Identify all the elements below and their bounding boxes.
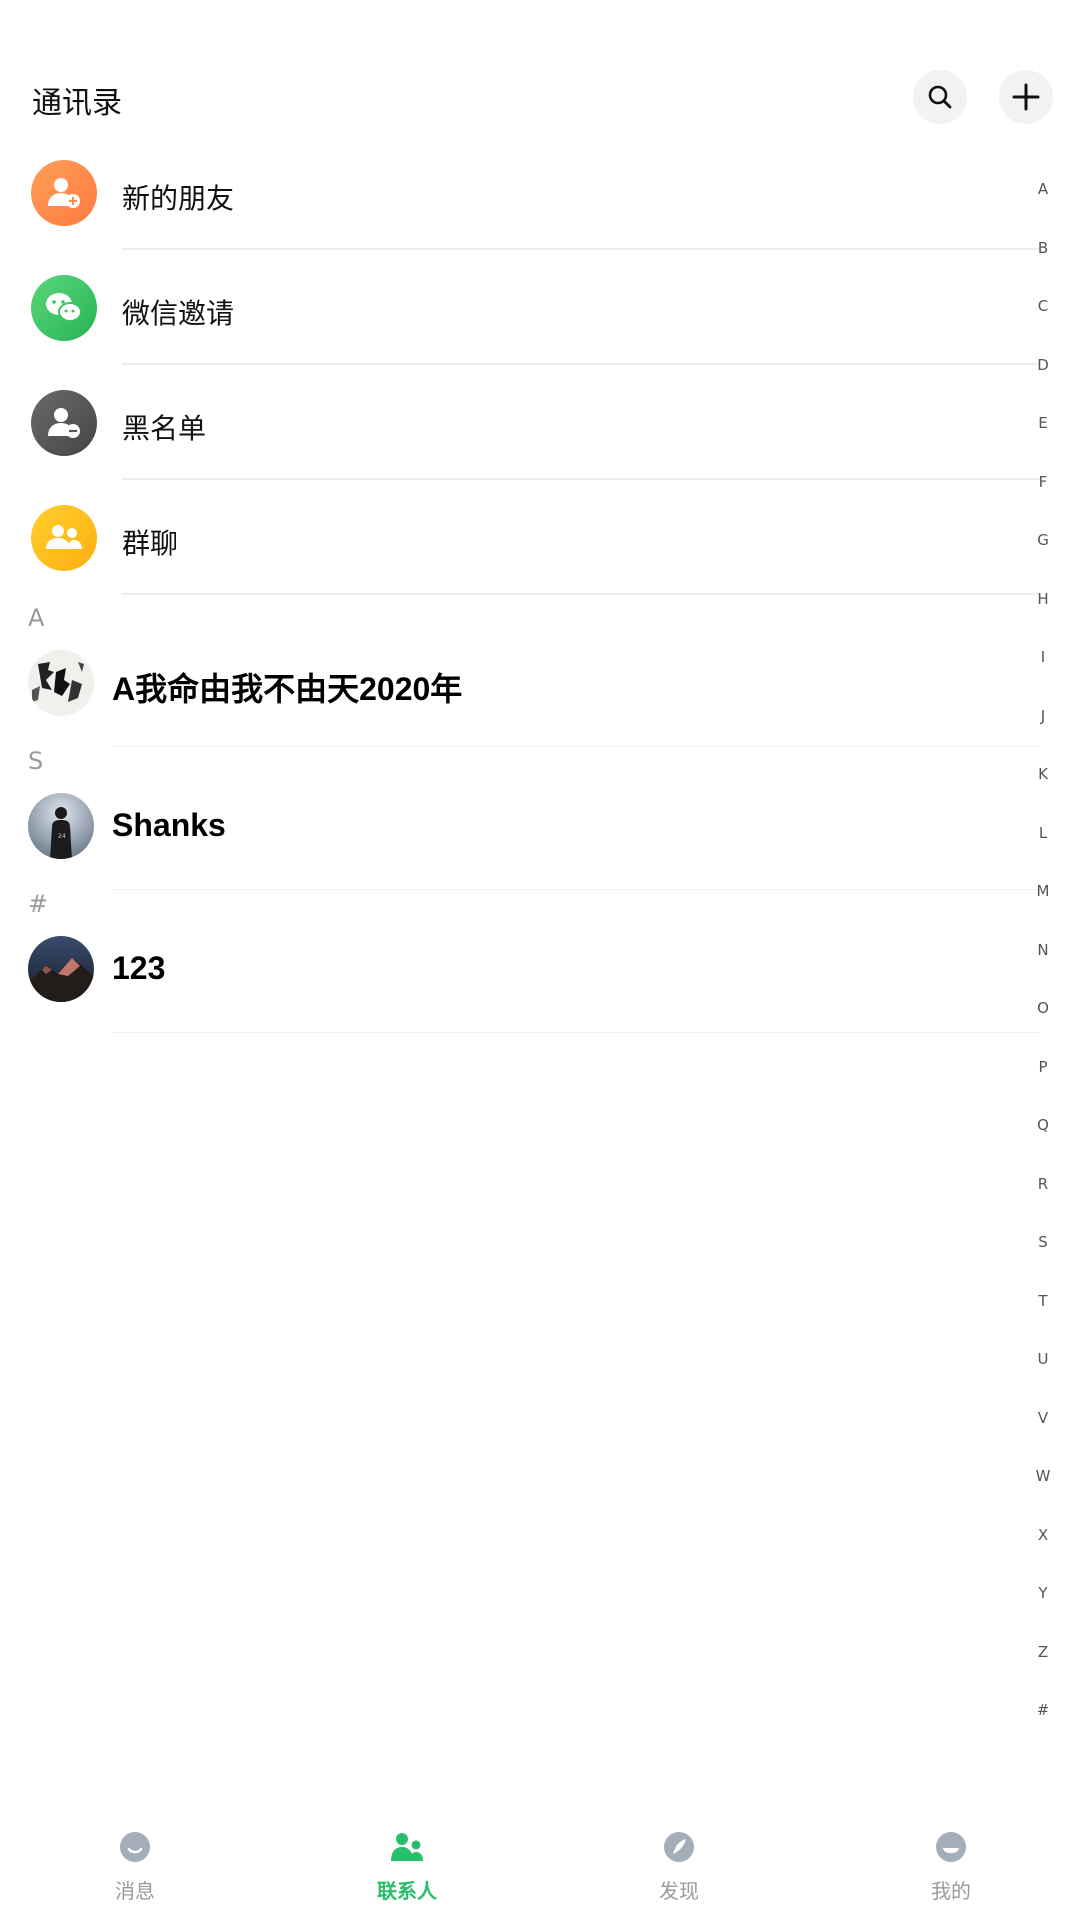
- avatar: 24: [28, 793, 94, 859]
- block-user-icon: [31, 390, 97, 456]
- plus-icon: [1012, 83, 1040, 111]
- index-letter[interactable]: H: [1028, 590, 1058, 608]
- index-letter[interactable]: B: [1028, 239, 1058, 257]
- tab-profile-label: 我的: [931, 1879, 971, 1903]
- blacklist-label: 黑名单: [122, 412, 207, 445]
- divider: [112, 889, 1040, 890]
- group-chat-row[interactable]: 群聊: [0, 505, 1040, 619]
- message-icon: [120, 1832, 150, 1862]
- index-letter[interactable]: X: [1028, 1526, 1058, 1544]
- avatar: [28, 650, 94, 716]
- index-letter[interactable]: W: [1028, 1467, 1058, 1485]
- section-header-a: A: [28, 604, 45, 632]
- bottom-tab-bar: 消息 联系人 发现 我的: [0, 1805, 1080, 1920]
- avatar: [28, 936, 94, 1002]
- tab-discover-label: 发现: [659, 1879, 699, 1903]
- divider: [122, 478, 1040, 480]
- index-letter[interactable]: T: [1028, 1292, 1058, 1310]
- page-title: 通讯录: [32, 86, 122, 121]
- index-letter[interactable]: E: [1028, 414, 1058, 432]
- index-letter[interactable]: Q: [1028, 1116, 1058, 1134]
- tab-messages[interactable]: 消息: [75, 1805, 195, 1920]
- group-icon: [31, 505, 97, 571]
- index-letter[interactable]: L: [1028, 824, 1058, 842]
- group-chat-label: 群聊: [122, 527, 179, 560]
- divider: [122, 593, 1040, 595]
- divider: [122, 363, 1040, 365]
- index-letter[interactable]: F: [1028, 473, 1058, 491]
- add-user-icon: [31, 160, 97, 226]
- blacklist-row[interactable]: 黑名单: [0, 390, 1040, 504]
- index-letter[interactable]: C: [1028, 297, 1058, 315]
- new-friends-label: 新的朋友: [122, 182, 235, 215]
- tab-profile[interactable]: 我的: [891, 1805, 1011, 1920]
- search-button[interactable]: [913, 70, 967, 124]
- index-letter[interactable]: G: [1028, 531, 1058, 549]
- contact-row[interactable]: 123: [0, 936, 1040, 1046]
- new-friends-row[interactable]: 新的朋友: [0, 160, 1040, 274]
- divider: [122, 248, 1040, 250]
- index-letter[interactable]: Z: [1028, 1643, 1058, 1661]
- wechat-invite-row[interactable]: 微信邀请: [0, 275, 1040, 389]
- index-letter[interactable]: A: [1028, 180, 1058, 198]
- add-button[interactable]: [999, 70, 1053, 124]
- contact-row[interactable]: A我命由我不由天2020年: [0, 650, 1040, 760]
- index-letter[interactable]: Y: [1028, 1584, 1058, 1602]
- contacts-icon: [391, 1833, 423, 1861]
- index-letter[interactable]: J: [1028, 707, 1058, 725]
- search-icon: [928, 85, 952, 109]
- section-header-hash: #: [28, 890, 49, 918]
- index-letter[interactable]: P: [1028, 1058, 1058, 1076]
- index-letter[interactable]: S: [1028, 1233, 1058, 1251]
- discover-icon: [664, 1832, 694, 1862]
- profile-icon: [936, 1832, 966, 1862]
- tab-discover[interactable]: 发现: [619, 1805, 739, 1920]
- divider: [112, 746, 1040, 747]
- index-letter[interactable]: N: [1028, 941, 1058, 959]
- index-letter[interactable]: I: [1028, 648, 1058, 666]
- wechat-invite-label: 微信邀请: [122, 297, 235, 330]
- index-letter[interactable]: D: [1028, 356, 1058, 374]
- section-header-s: S: [28, 747, 44, 775]
- divider: [112, 1032, 1040, 1033]
- index-letter[interactable]: V: [1028, 1409, 1058, 1427]
- contact-name: Shanks: [112, 807, 226, 843]
- contact-name: 123: [112, 950, 166, 986]
- index-letter[interactable]: #: [1028, 1701, 1058, 1719]
- index-letter[interactable]: M: [1028, 882, 1058, 900]
- contact-name: A我命由我不由天2020年: [112, 671, 463, 707]
- svg-text:24: 24: [58, 833, 66, 840]
- tab-contacts-label: 联系人: [377, 1879, 437, 1903]
- index-letter[interactable]: K: [1028, 765, 1058, 783]
- index-letter[interactable]: O: [1028, 999, 1058, 1017]
- contact-row[interactable]: 24 Shanks: [0, 793, 1040, 903]
- tab-messages-label: 消息: [115, 1879, 155, 1903]
- wechat-icon: [31, 275, 97, 341]
- index-letter[interactable]: U: [1028, 1350, 1058, 1368]
- tab-contacts[interactable]: 联系人: [347, 1805, 467, 1920]
- contacts-page: 通讯录 新的朋友 微信邀请 黑名单 群聊 A A我命由我不由天2020年 S 2…: [0, 0, 1080, 1920]
- header: 通讯录: [0, 0, 1080, 150]
- index-letter[interactable]: R: [1028, 1175, 1058, 1193]
